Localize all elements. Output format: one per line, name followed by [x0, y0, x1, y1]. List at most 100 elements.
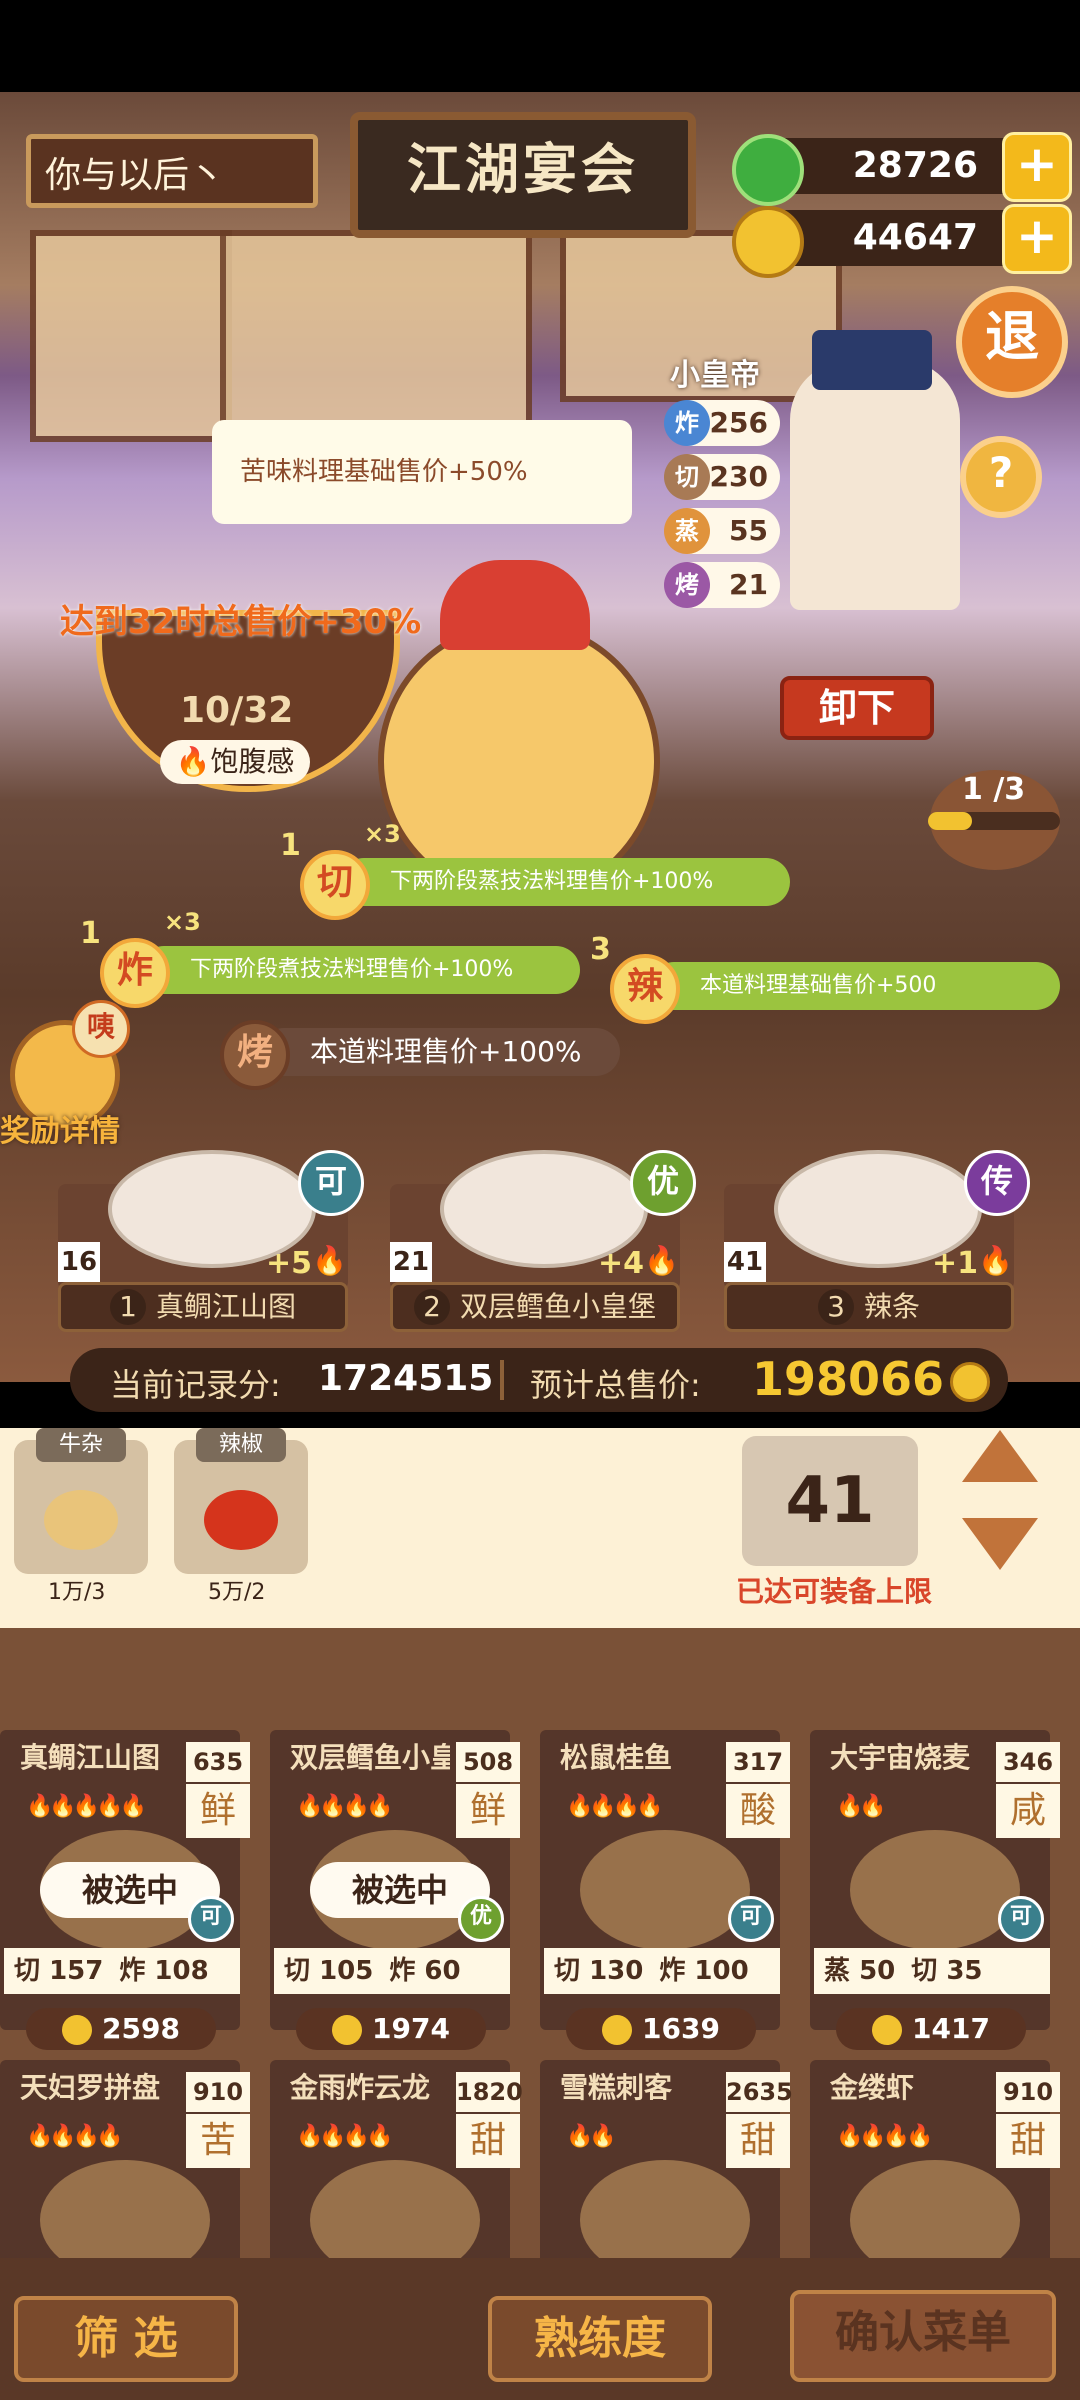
fire-rating-icon: 🔥🔥🔥🔥 — [296, 2124, 394, 2149]
skill-name: 蒸 — [824, 1956, 860, 1986]
fire-rating-icon: 🔥🔥 — [836, 1794, 887, 1819]
grade-badge: 可 — [298, 1150, 364, 1216]
chef-name: 小皇帝 — [670, 358, 760, 393]
recipe-name: 大宇宙烧麦 — [830, 1741, 971, 1774]
fire-rating-icon: 🔥🔥🔥🔥 — [836, 2124, 934, 2149]
bonus-count: 1 — [280, 828, 301, 863]
player-name: 你与以后丶 — [26, 134, 318, 208]
coin-icon — [872, 2015, 903, 2045]
proficiency-button[interactable]: 熟练度 — [488, 2296, 712, 2382]
chef-crown — [812, 330, 932, 390]
add-jade-button[interactable]: + — [1002, 132, 1072, 202]
dish-count: 41 — [724, 1242, 766, 1282]
window-panel — [220, 230, 532, 442]
fire-rating-icon: 🔥🔥 — [566, 2124, 617, 2149]
recipe-name: 金缕虾 — [830, 2071, 915, 2104]
bonus-tag-切: 切 — [300, 850, 370, 920]
recipe-image — [580, 1830, 750, 1950]
status-bar — [0, 0, 1080, 92]
dish-count: 16 — [58, 1242, 100, 1282]
skill-value: 157 — [49, 1956, 104, 1986]
bonus-count: 3 — [590, 932, 611, 967]
bonus-multiplier: ×3 — [164, 908, 201, 936]
menu-dish-2[interactable]: 2 双层鳕鱼小皇堡 — [390, 1282, 680, 1332]
help-button[interactable]: ? — [960, 436, 1042, 518]
price-value: 1639 — [642, 2012, 720, 2045]
skill-name: 切 — [911, 1956, 947, 1986]
skill-name: 炸 — [659, 1956, 695, 1986]
flavor-tag: 苦 — [186, 2114, 250, 2168]
skill-value: 105 — [319, 1956, 374, 1986]
ingredient-amount: 1万/3 — [48, 1580, 106, 1605]
increase-arrow-icon[interactable] — [962, 1430, 1038, 1482]
coin-icon — [732, 206, 804, 278]
grade-badge: 可 — [188, 1896, 234, 1942]
recipe-price: 1639 — [566, 2008, 756, 2050]
mascot-hat — [440, 560, 590, 650]
filter-button[interactable]: 筛 选 — [14, 2296, 238, 2382]
bonus-tag-辣: 辣 — [610, 954, 680, 1024]
dish-bonus: +5 — [266, 1246, 313, 1281]
dish-bonus: +4 — [598, 1246, 645, 1281]
dish-bonus: +1 — [932, 1246, 979, 1281]
recipe-score: 635 — [186, 1742, 250, 1782]
skill-name: 切 — [554, 1956, 590, 1986]
price-value: 2598 — [102, 2012, 180, 2045]
bonus-tag-烤: 烤 — [220, 1020, 290, 1090]
satiety-text: 饱腹感 — [210, 745, 295, 778]
bonus-effect: 本道料理基础售价+500 — [650, 962, 1060, 1010]
flavor-tag: 鲜 — [456, 1784, 520, 1838]
grade-badge: 优 — [630, 1150, 696, 1216]
decrease-arrow-icon[interactable] — [962, 1518, 1038, 1570]
recipe-score: 346 — [996, 1742, 1060, 1782]
coin-icon — [62, 2015, 93, 2045]
fire-rating-icon: 🔥🔥🔥🔥 — [26, 2124, 124, 2149]
record-score: 1724515 — [318, 1358, 494, 1399]
pepper-icon — [204, 1490, 278, 1550]
dish-name: 真鲷江山图 — [155, 1290, 296, 1323]
skill-value: 108 — [154, 1956, 209, 1986]
recipe-skills: 切 157 炸 108 — [4, 1948, 240, 1994]
jade-amount: 28726 — [852, 145, 978, 186]
dish-name: 辣条 — [863, 1290, 920, 1323]
flavor-tag: 鲜 — [186, 1784, 250, 1838]
flavor-tag: 甜 — [456, 2114, 520, 2168]
bonus-tag-炸: 炸 — [100, 938, 170, 1008]
bonus-text: 下两阶段煮技法料理售价+100% — [190, 957, 514, 982]
menu-dish-1[interactable]: 1 真鲷江山图 — [58, 1282, 348, 1332]
reward-badge: 咦 — [72, 1000, 130, 1058]
grade-badge: 可 — [728, 1896, 774, 1942]
fire-rating-icon: 🔥🔥🔥🔥🔥 — [26, 1794, 147, 1819]
recipe-image — [850, 1830, 1020, 1950]
exit-button[interactable]: 退 — [956, 286, 1068, 398]
skill-badge: 烤 — [664, 562, 710, 608]
recipe-price: 2598 — [26, 2008, 216, 2050]
flavor-tag: 酸 — [726, 1784, 790, 1838]
menu-dish-3[interactable]: 3 辣条 — [724, 1282, 1014, 1332]
recipe-price: 1417 — [836, 2008, 1026, 2050]
bonus-text: 本道料理基础售价+500 — [700, 973, 937, 998]
confirm-menu-button[interactable]: 确认菜单 — [790, 2290, 1056, 2382]
coin-icon — [602, 2015, 633, 2045]
recipe-score: 317 — [726, 1742, 790, 1782]
recipe-score: 2635 — [726, 2072, 793, 2112]
chef-portrait — [790, 360, 960, 610]
score-bar: 当前记录分: 1724515 预计总售价: 198066 — [70, 1348, 1008, 1412]
grade-badge: 优 — [458, 1896, 504, 1942]
sale-label: 预计总售价: — [530, 1366, 701, 1404]
bonus-text: 本道料理售价+100% — [310, 1035, 582, 1068]
reward-details-button[interactable]: 奖励详情 — [0, 1106, 120, 1150]
unload-chef-button[interactable]: 卸下 — [780, 676, 934, 740]
skill-tooltip: 苦味料理基础售价+50% — [212, 420, 632, 524]
slot-number: 2 — [413, 1289, 450, 1325]
satiety-goal: 达到32时总售价+30% — [60, 602, 422, 642]
add-coin-button[interactable]: + — [1002, 204, 1072, 274]
skill-badge: 炸 — [664, 400, 710, 446]
recipe-score: 508 — [456, 1742, 520, 1782]
coin-icon — [332, 2015, 363, 2045]
record-label: 当前记录分: — [110, 1366, 281, 1404]
equip-limit-text: 已达可装备上限 — [736, 1575, 933, 1608]
score-divider — [500, 1360, 504, 1400]
recipe-name: 松鼠桂鱼 — [560, 1741, 673, 1774]
dish-name: 双层鳕鱼小皇堡 — [459, 1290, 656, 1323]
